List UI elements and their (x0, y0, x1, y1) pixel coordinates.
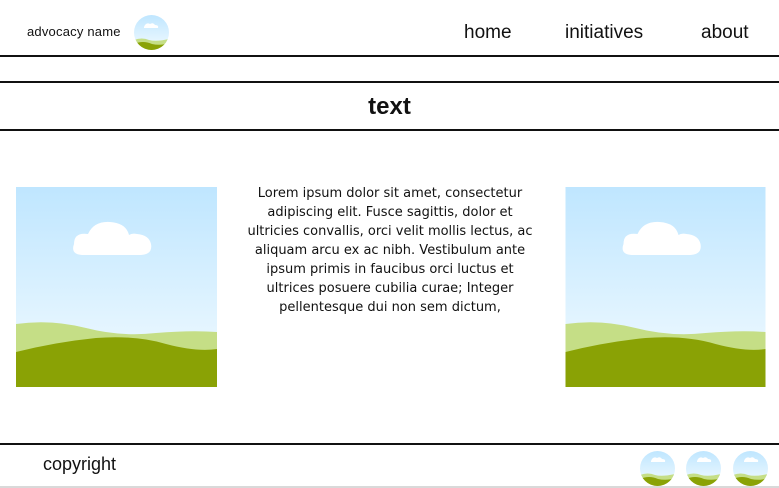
nav-home-link[interactable]: home (464, 22, 512, 44)
footer-divider (0, 443, 779, 445)
title-banner: text (0, 83, 779, 130)
landscape-image-right (565, 187, 766, 387)
header-divider (0, 55, 779, 57)
landscape-image-left (16, 187, 217, 387)
landscape-circle-icon[interactable] (134, 15, 169, 50)
nav-initiatives-link[interactable]: initiatives (565, 22, 643, 44)
copyright-text: copyright (43, 454, 117, 474)
site-header: advocacy name home initiatives about (0, 0, 779, 56)
social-icon-2[interactable] (686, 451, 721, 486)
banner-bottom-divider (0, 129, 779, 131)
page-title: text (368, 93, 411, 120)
brand-name[interactable]: advocacy name (27, 24, 121, 39)
nav-about-link[interactable]: about (701, 22, 749, 44)
social-icon-1[interactable] (640, 451, 675, 486)
intro-paragraph: Lorem ipsum dolor sit amet, consectetur … (247, 186, 533, 315)
social-icon-3[interactable] (733, 451, 768, 486)
